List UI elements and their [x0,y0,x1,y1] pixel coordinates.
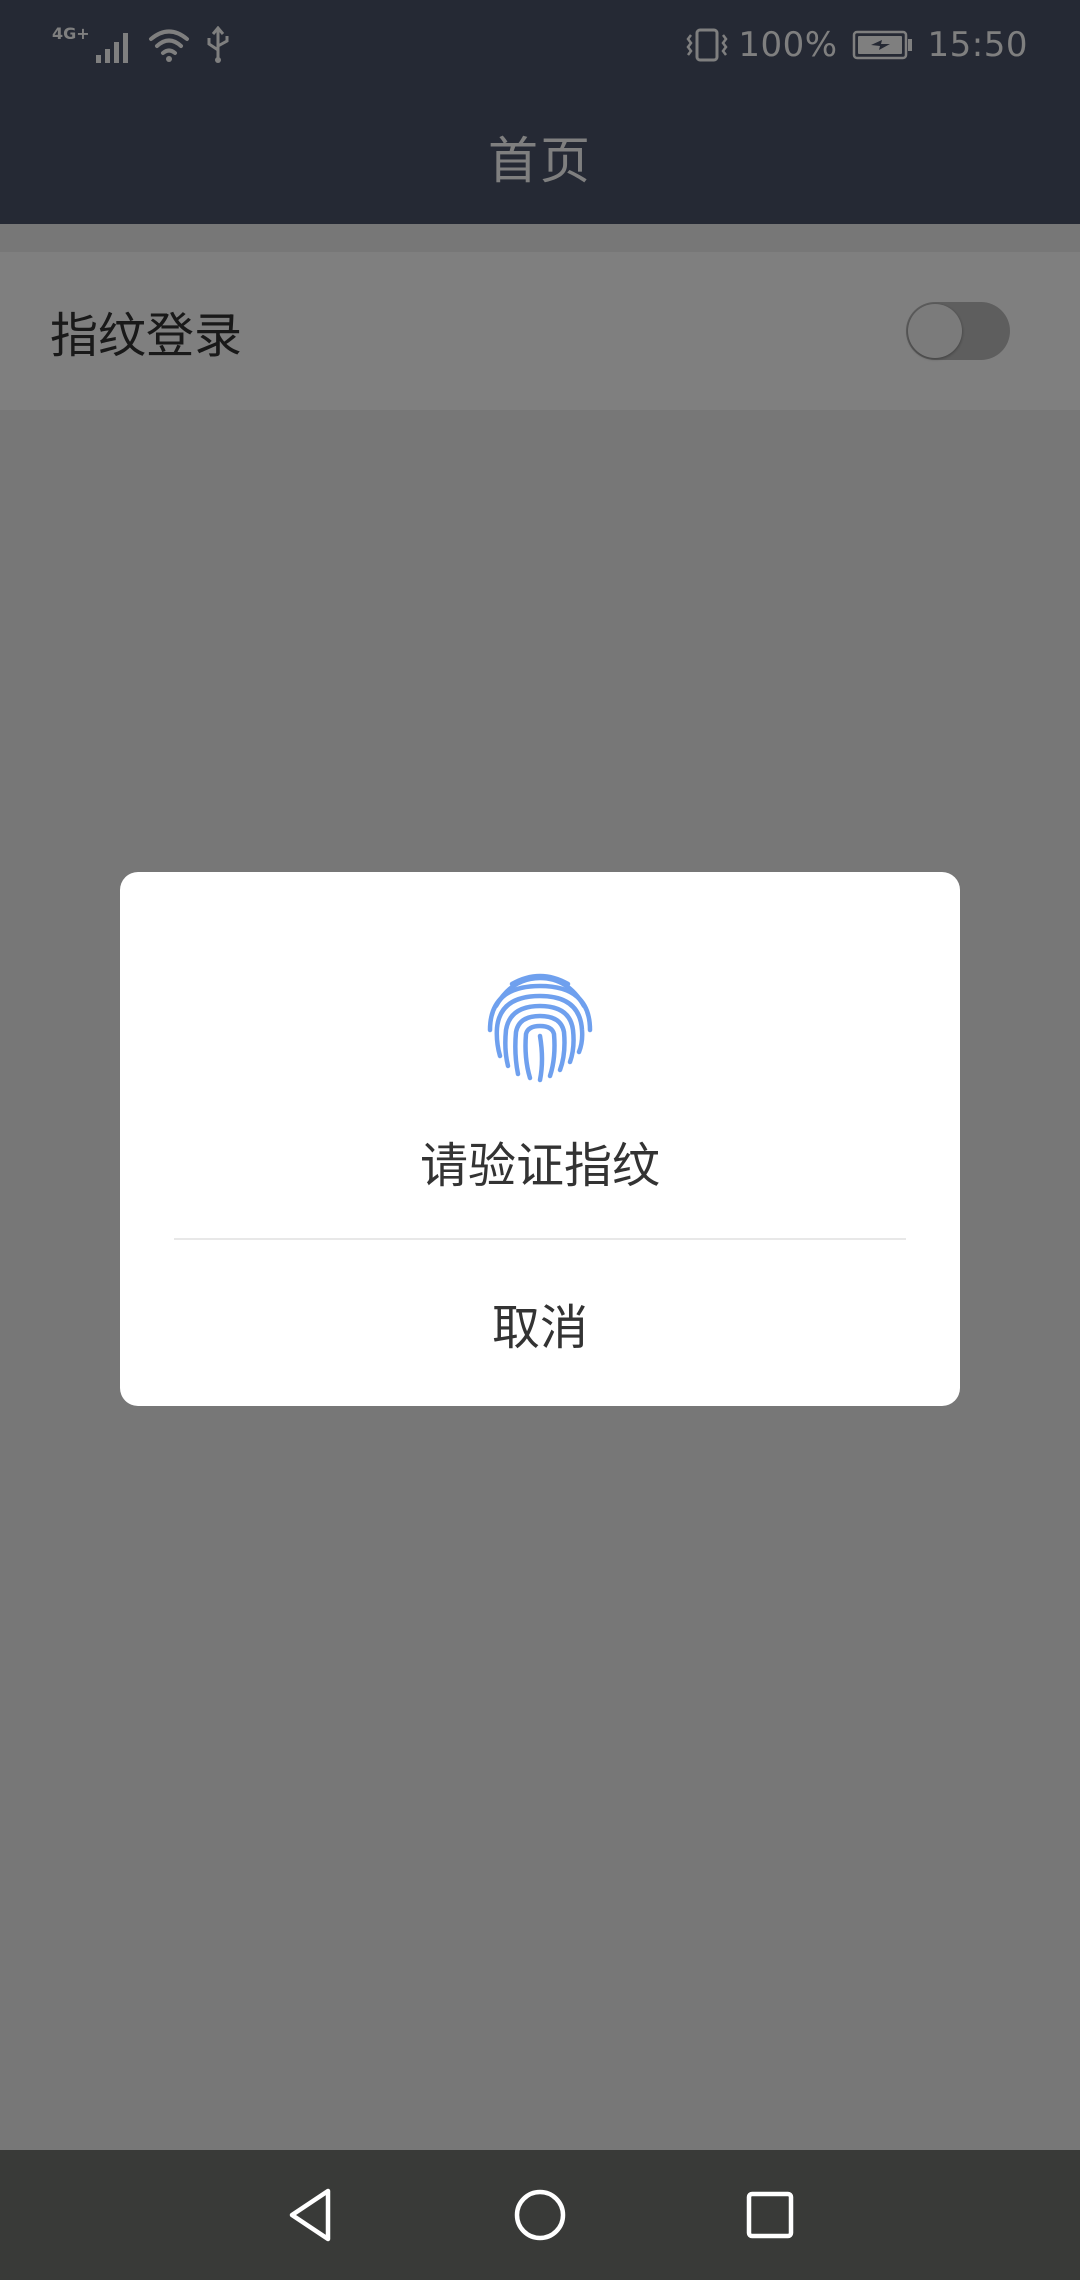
dialog-title: 请验证指纹 [419,1138,660,1194]
back-icon [289,2188,331,2242]
screen: 4G+ [0,0,1080,2280]
home-button[interactable] [500,2175,580,2255]
recents-button[interactable] [730,2175,810,2255]
recents-icon [746,2191,794,2239]
back-button[interactable] [270,2175,350,2255]
home-icon [514,2189,566,2241]
fingerprint-icon [487,973,593,1083]
navigation-bar [0,2150,1080,2280]
cancel-button[interactable]: 取消 [174,1240,906,1406]
fingerprint-dialog: 请验证指纹 取消 [120,872,960,1406]
